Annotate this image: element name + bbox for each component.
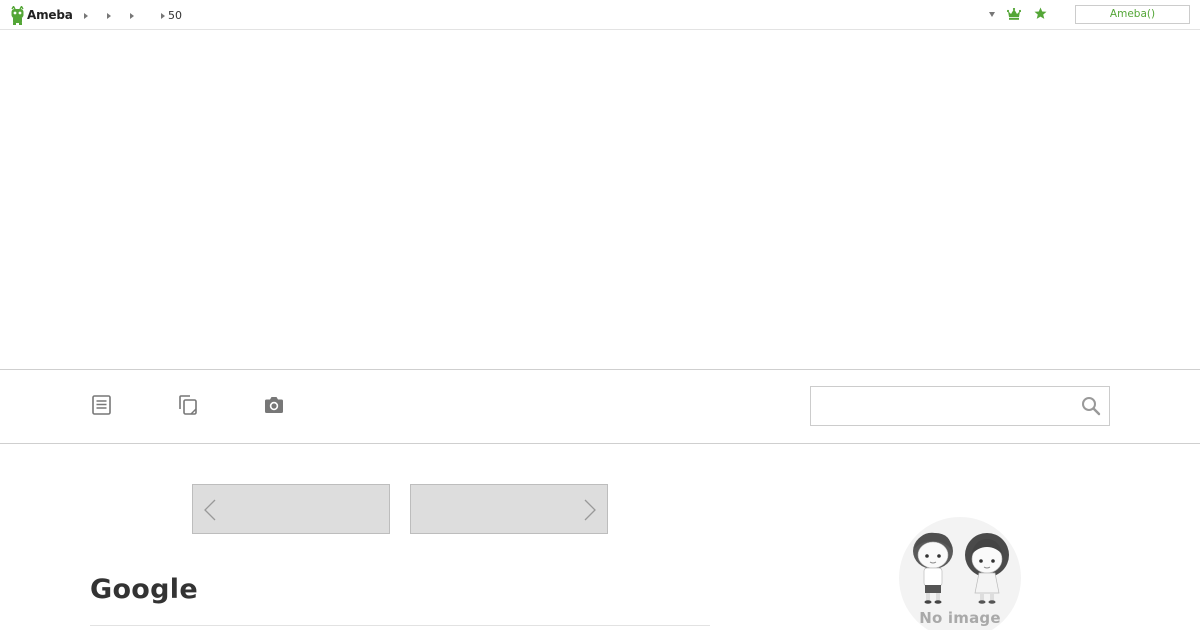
entry-title[interactable]: Google	[90, 574, 198, 605]
prev-entry-button[interactable]	[192, 484, 390, 534]
camera-icon[interactable]	[263, 394, 285, 416]
ameba-mascot-icon	[11, 5, 24, 25]
ameba-login-button[interactable]: Ameba()	[1075, 5, 1190, 24]
breadcrumb-arrow-icon	[161, 12, 165, 19]
copy-pages-icon[interactable]	[177, 394, 199, 416]
crown-icon[interactable]	[1007, 8, 1021, 20]
next-entry-button[interactable]	[410, 484, 608, 534]
star-icon[interactable]	[1034, 7, 1047, 20]
breadcrumb-item-current: 50	[161, 9, 182, 22]
search-input[interactable]	[811, 387, 1073, 425]
search-icon[interactable]	[1081, 396, 1101, 416]
breadcrumb-arrow-icon	[130, 12, 134, 19]
breadcrumb-item[interactable]	[107, 12, 114, 19]
search-box	[810, 386, 1110, 426]
no-image-label: No image	[919, 609, 1001, 627]
logo-text: Ameba	[27, 8, 73, 22]
breadcrumb-label: 50	[168, 9, 182, 22]
title-divider	[90, 625, 710, 626]
breadcrumb-item[interactable]	[84, 12, 91, 19]
chevron-right-icon	[584, 499, 596, 521]
blog-nav-bar	[0, 369, 1200, 444]
dropdown-caret-icon[interactable]	[989, 12, 995, 17]
entry-list-icon[interactable]	[91, 394, 113, 416]
global-header: Ameba 50 Ameba()	[0, 0, 1200, 30]
breadcrumb-arrow-icon	[84, 12, 88, 19]
profile-avatar[interactable]: No image	[899, 517, 1021, 630]
breadcrumb-item[interactable]	[130, 12, 137, 19]
breadcrumb-arrow-icon	[107, 12, 111, 19]
chevron-left-icon	[204, 499, 216, 521]
ad-space	[0, 30, 1200, 369]
breadcrumb: 50	[84, 9, 196, 22]
ameba-logo-link[interactable]: Ameba	[10, 5, 73, 25]
